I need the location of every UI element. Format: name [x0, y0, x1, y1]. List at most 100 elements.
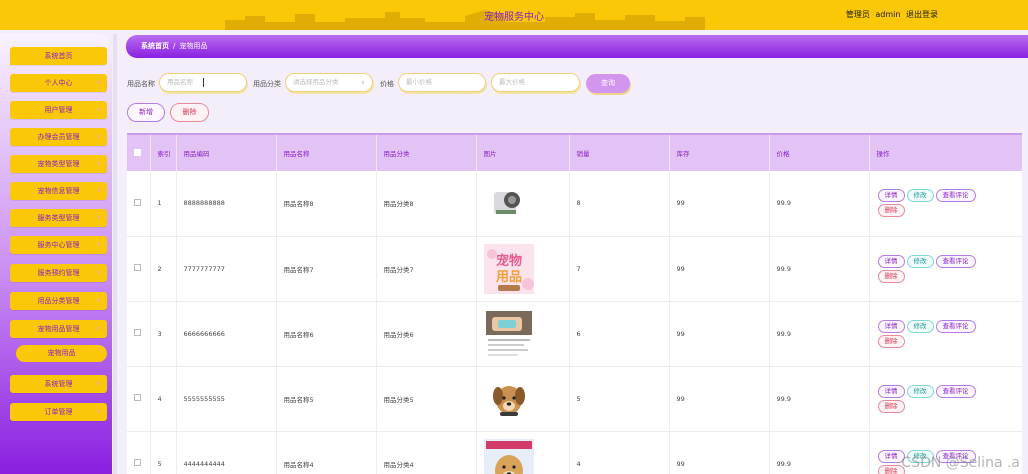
column-header: 价格: [769, 133, 870, 171]
table-row: 3 6666666666 用品名称6 用品分类6 6 99 99.9 详情 修改…: [127, 301, 1022, 367]
sidebar-item-orders[interactable]: 订单管理 ∨: [10, 403, 107, 421]
chevron-down-icon: ∨: [96, 241, 101, 248]
detail-button[interactable]: 详情: [877, 189, 905, 203]
category-select[interactable]: 请选择用品分类 ∨: [285, 73, 373, 92]
cell-price: 99.9: [769, 431, 870, 474]
cell-operations: 详情 修改 查看评论删除: [869, 171, 1022, 237]
sidebar-item-label: 服务预约管理: [37, 269, 80, 277]
chevron-down-icon: ∨: [96, 408, 101, 415]
cell-price: 99.9: [769, 236, 870, 302]
view-reviews-button[interactable]: 查看评论: [935, 384, 976, 398]
breadcrumb-current: 宠物用品: [179, 42, 208, 50]
edit-button[interactable]: 修改: [906, 254, 934, 268]
column-header: 操作: [869, 133, 1022, 171]
cell-stock: 99: [669, 236, 770, 302]
row-select-cell: [127, 431, 151, 474]
chevron-down-icon: ∨: [96, 297, 101, 304]
sidebar-item-appointments[interactable]: 服务预约管理 ∨: [10, 264, 107, 282]
logout-link[interactable]: 退出登录: [906, 10, 938, 19]
sidebar-item-label: 个人中心: [44, 79, 73, 87]
name-input[interactable]: 用品名称: [159, 73, 247, 92]
chevron-down-icon: ∨: [96, 269, 101, 276]
cell-price: 99.9: [769, 301, 870, 367]
top-header: 宠物服务中心 管理员 admin 退出登录: [0, 0, 1028, 30]
column-header: 索引: [150, 133, 177, 171]
cell-name: 用品名称5: [276, 366, 377, 432]
sidebar-item-supply-categories[interactable]: 用品分类管理 ∨: [10, 292, 107, 310]
cell-index: 5: [150, 431, 177, 474]
add-button[interactable]: 新增: [127, 103, 165, 122]
product-image-dog-poster: [483, 438, 534, 474]
min-price-placeholder: 最小价格: [406, 78, 432, 86]
detail-button[interactable]: 详情: [877, 254, 905, 268]
delete-button[interactable]: 删除: [877, 269, 905, 283]
table-row: 4 5555555555 用品名称5 用品分类5 5 99 99.9 详情 修改…: [127, 366, 1022, 432]
sidebar-item-users[interactable]: 用户管理 ∨: [10, 101, 107, 119]
cell-index: 3: [150, 301, 177, 367]
cell-sales: 6: [569, 301, 670, 367]
cell-image: [476, 366, 570, 432]
sidebar-item-personal-center[interactable]: 个人中心 ∨: [10, 74, 107, 92]
sidebar-scrollbar[interactable]: [113, 34, 117, 474]
chevron-down-icon: ∨: [360, 79, 365, 86]
view-reviews-button[interactable]: 查看评论: [935, 189, 976, 203]
sidebar-item-label: 宠物用品管理: [37, 325, 80, 333]
sidebar-item-service-center[interactable]: 服务中心管理 ∨: [10, 236, 107, 254]
view-reviews-button[interactable]: 查看评论: [935, 319, 976, 333]
cell-sales: 5: [569, 366, 670, 432]
sidebar-item-membership[interactable]: 办理会员管理 ∨: [10, 128, 107, 146]
row-checkbox[interactable]: [134, 264, 141, 271]
sidebar-subitem-pet-supplies[interactable]: 宠物用品: [16, 345, 107, 362]
breadcrumb-home[interactable]: 系统首页: [141, 42, 169, 50]
select-all-checkbox[interactable]: [134, 148, 141, 156]
column-header: 用品名称: [276, 133, 377, 171]
sidebar-item-label: 系统管理: [44, 380, 73, 388]
sidebar-item-label: 宠物信息管理: [37, 187, 80, 195]
user-area: 管理员 admin 退出登录: [843, 9, 938, 20]
view-reviews-button[interactable]: 查看评论: [935, 254, 976, 268]
cell-code: 5555555555: [176, 366, 277, 432]
sidebar-item-system[interactable]: 系统管理 ∨: [10, 375, 107, 393]
cell-name: 用品名称4: [276, 431, 377, 474]
category-placeholder: 请选择用品分类: [293, 78, 339, 86]
cell-index: 4: [150, 366, 177, 432]
cell-code: 4444444444: [176, 431, 277, 474]
name-placeholder: 用品名称: [167, 78, 193, 86]
cell-sales: 8: [569, 171, 670, 237]
edit-button[interactable]: 修改: [906, 384, 934, 398]
detail-button[interactable]: 详情: [877, 384, 905, 398]
supplies-table: 索引 用品编码 用品名称 用品分类 图片 销量 库存 价格 操作 1 88888…: [127, 133, 1022, 474]
column-header: 库存: [669, 133, 770, 171]
row-checkbox[interactable]: [134, 198, 141, 206]
row-checkbox[interactable]: [134, 394, 141, 401]
sidebar-item-pet-info[interactable]: 宠物信息管理 ∨: [10, 182, 107, 200]
chevron-down-icon: ∨: [96, 106, 101, 113]
sidebar-item-service-types[interactable]: 服务类型管理 ∨: [10, 209, 107, 227]
min-price-input[interactable]: 最小价格: [398, 73, 486, 92]
row-checkbox[interactable]: [134, 329, 141, 336]
price-label: 价格: [380, 80, 394, 88]
sidebar-item-label: 服务中心管理: [37, 241, 80, 249]
cell-operations: 详情 修改 查看评论删除: [869, 236, 1022, 302]
sidebar-item-pet-types[interactable]: 宠物类型管理 ∨: [10, 155, 107, 173]
row-checkbox[interactable]: [134, 459, 141, 466]
delete-button[interactable]: 删除: [877, 204, 905, 218]
sidebar-item-home[interactable]: 系统首页: [10, 47, 107, 65]
sidebar-item-label: 服务类型管理: [37, 214, 80, 222]
edit-button[interactable]: 修改: [906, 189, 934, 203]
chevron-down-icon: ∨: [96, 160, 101, 167]
delete-button[interactable]: 删除: [877, 399, 905, 413]
query-button[interactable]: 查询: [586, 74, 630, 93]
batch-delete-button[interactable]: 删除: [170, 103, 209, 122]
sidebar-item-label: 宠物类型管理: [37, 160, 80, 168]
cell-name: 用品名称8: [276, 171, 377, 237]
max-price-input[interactable]: 最大价格: [491, 73, 580, 92]
sidebar-item-pet-supplies[interactable]: 宠物用品管理 ∧: [10, 320, 107, 338]
detail-button[interactable]: 详情: [877, 319, 905, 333]
delete-button[interactable]: 删除: [877, 334, 905, 348]
cell-sales: 4: [569, 431, 670, 474]
edit-button[interactable]: 修改: [906, 319, 934, 333]
column-header: 用品分类: [376, 133, 477, 171]
sidebar-item-label: 办理会员管理: [37, 133, 80, 141]
cell-name: 用品名称7: [276, 236, 377, 302]
